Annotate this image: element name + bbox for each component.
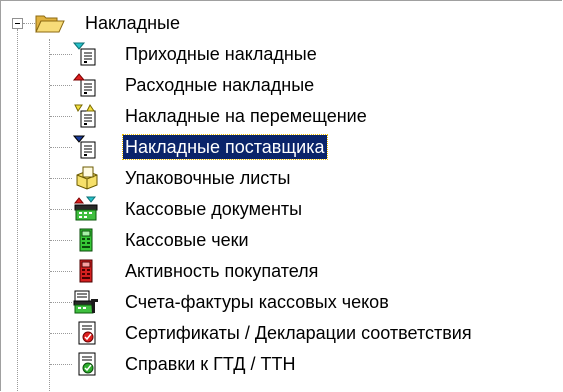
- tree-item-label: Накладные поставщика: [122, 134, 328, 160]
- tree-item-label: Расходные накладные: [125, 75, 315, 95]
- customs-reference-icon: [78, 352, 96, 376]
- tree-connector-line: [50, 178, 72, 179]
- tree-item-label: Упаковочные листы: [125, 168, 291, 188]
- customer-activity-red-icon: [79, 259, 93, 283]
- tree-item-label: Кассовые чеки: [125, 230, 249, 250]
- incoming-invoice-icon: [73, 42, 96, 66]
- folder-open-icon: [35, 15, 65, 33]
- tree-connector-line: [50, 116, 72, 117]
- document-tree: Накладные Приходные накладные Расходные …: [1, 1, 562, 391]
- tree-connector-line: [50, 333, 72, 334]
- tree-connector-line: [17, 29, 18, 391]
- tree-item-label: Счета-фактуры кассовых чеков: [125, 292, 389, 312]
- tree-connector-line: [50, 85, 72, 86]
- tree-item-label: Накладные на перемещение: [125, 106, 367, 126]
- tree-item-label: Справки к ГТД / ТТН: [125, 354, 296, 374]
- tree-connector-line: [50, 54, 72, 55]
- tree-connector-line: [50, 147, 72, 148]
- tree-connector-line: [50, 209, 72, 210]
- transfer-invoice-icon: [74, 104, 96, 128]
- packing-list-icon: [76, 166, 98, 190]
- tree-connector-line: [50, 271, 72, 272]
- tree-connector-line: [23, 23, 35, 24]
- tree-view-panel: Накладные Приходные накладные Расходные …: [0, 0, 562, 391]
- tree-connector-line: [50, 364, 72, 365]
- certificate-icon: [78, 321, 96, 345]
- tree-item-label: Сертификаты / Декларации соответствия: [125, 323, 472, 343]
- tree-connector-line: [50, 240, 72, 241]
- tree-item-label: Активность покупателя: [125, 261, 319, 281]
- tree-connector-line: [49, 39, 50, 391]
- tree-item-label: Кассовые документы: [125, 199, 303, 219]
- outgoing-invoice-icon: [73, 73, 96, 97]
- tree-root-label[interactable]: Накладные: [85, 11, 180, 35]
- cash-receipt-green-icon: [79, 228, 93, 252]
- collapse-toggle-icon[interactable]: [12, 18, 23, 29]
- cash-documents-icon: [73, 196, 98, 221]
- tree-connector-line: [50, 302, 72, 303]
- receipt-invoice-icon: [73, 290, 98, 314]
- supplier-invoice-icon: [73, 135, 96, 159]
- tree-item-label: Приходные накладные: [125, 44, 317, 64]
